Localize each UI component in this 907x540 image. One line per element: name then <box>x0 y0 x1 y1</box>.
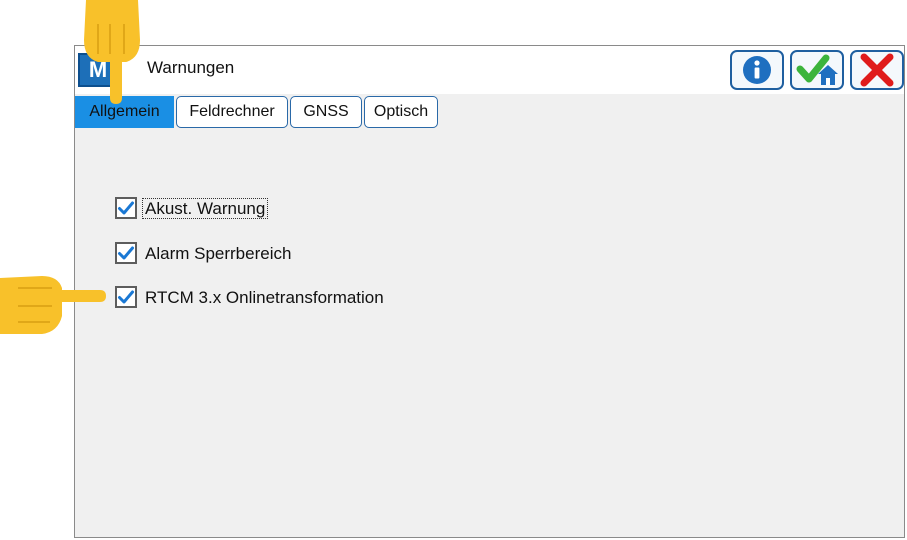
focus-label: Akust. Warnung <box>142 198 269 219</box>
option-label: Alarm Sperrbereich <box>145 244 292 263</box>
info-icon <box>743 56 771 84</box>
tab-optisch[interactable]: Optisch <box>364 96 438 128</box>
check-home-icon <box>796 54 838 85</box>
confirm-home-button[interactable] <box>790 50 844 90</box>
hand-pointer-right-icon <box>0 276 106 334</box>
option-label: RTCM 3.x Onlinetransformation <box>145 288 384 307</box>
checkmark-icon <box>118 201 134 215</box>
tab-bar: Allgemein Feldrechner GNSS Optisch <box>75 94 904 130</box>
dialog-title: Warnungen <box>147 58 235 77</box>
checkbox[interactable] <box>115 197 137 219</box>
tab-gnss[interactable]: GNSS <box>290 96 362 128</box>
close-button[interactable] <box>850 50 904 90</box>
checkbox[interactable] <box>115 242 137 264</box>
option-label: Akust. Warnung <box>142 197 269 221</box>
title-bar: M Warnungen <box>75 46 904 94</box>
hand-pointer-down-icon <box>84 0 140 104</box>
settings-dialog: M Warnungen Allgemein Feldrechner GNSS O… <box>74 45 905 538</box>
stage: M Warnungen Allgemein Feldrechner GNSS O… <box>0 0 907 540</box>
tab-feldrechner[interactable]: Feldrechner <box>176 96 288 128</box>
checkbox[interactable] <box>115 286 137 308</box>
info-button[interactable] <box>730 50 784 90</box>
checkmark-icon <box>118 290 134 304</box>
close-x-icon <box>860 53 894 87</box>
checkmark-icon <box>118 246 134 260</box>
